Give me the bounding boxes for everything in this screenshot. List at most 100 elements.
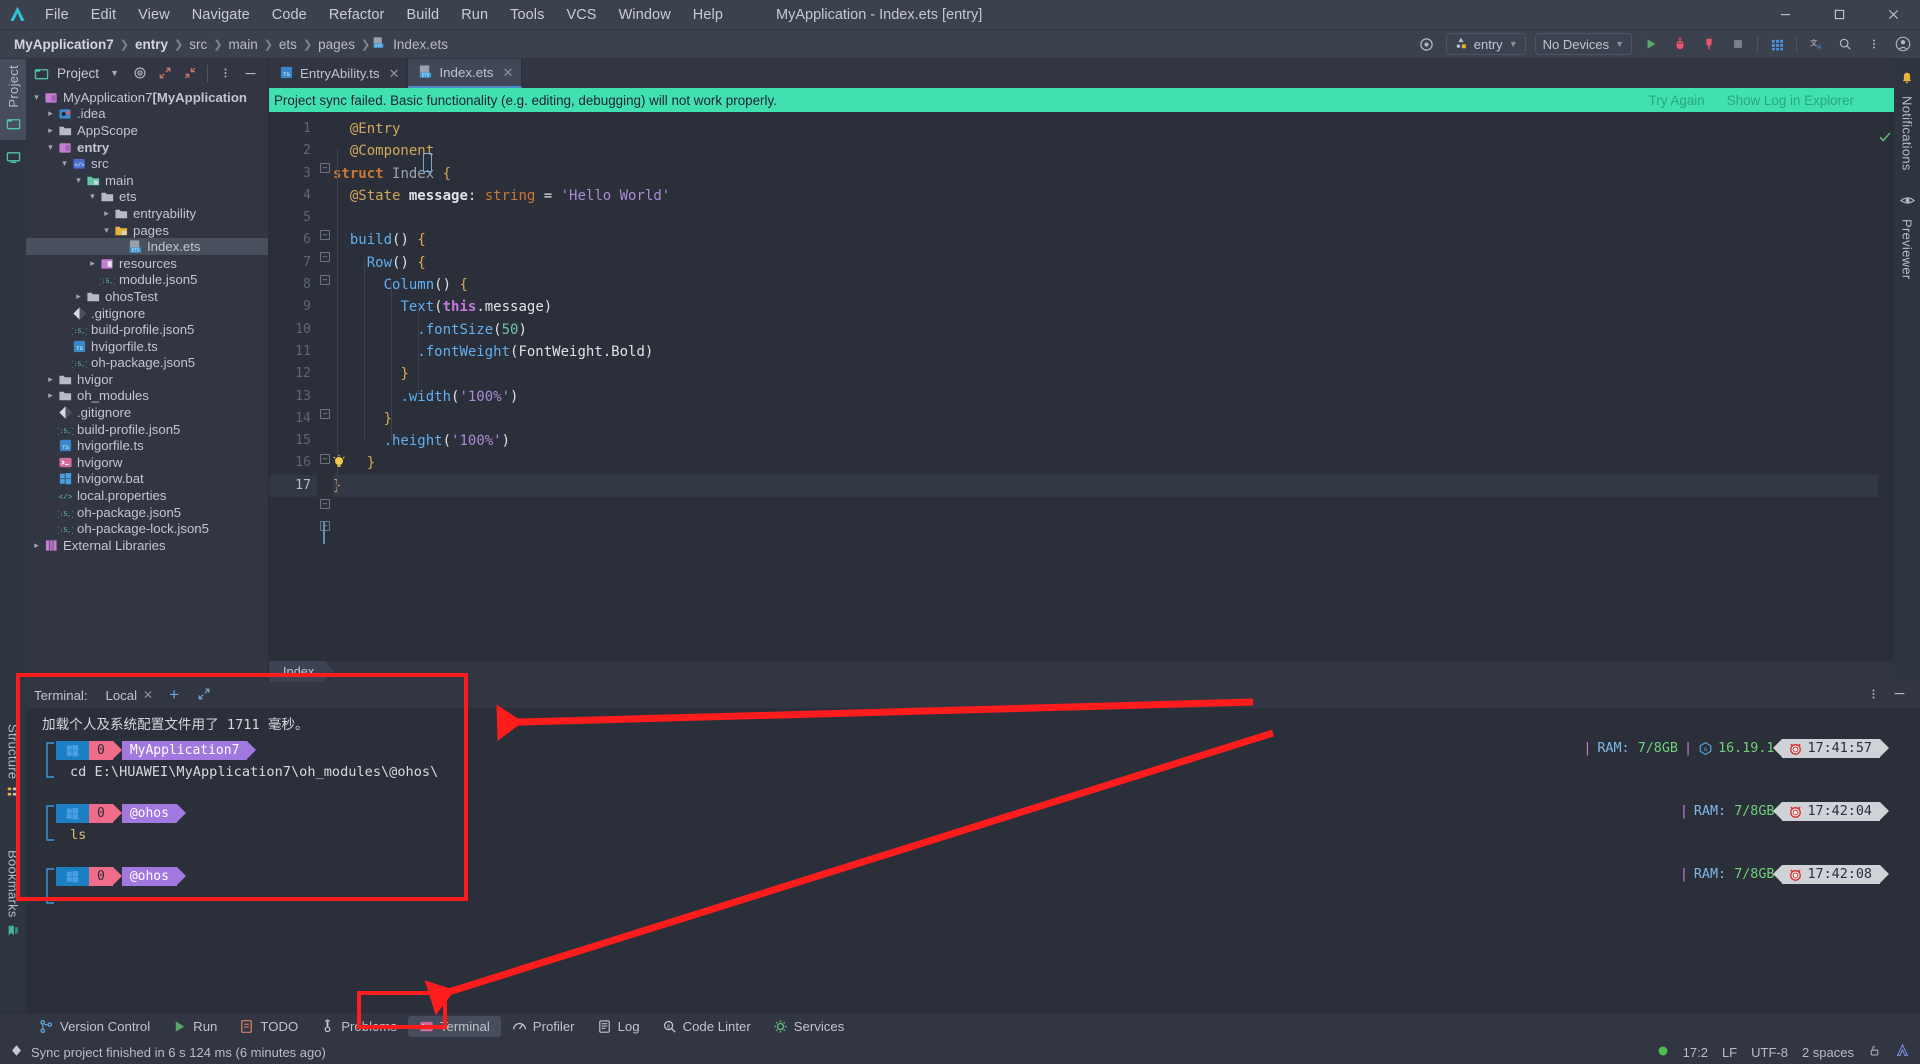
code-folding-gutter[interactable]: – – – – – – – – <box>317 112 333 661</box>
tool-window-bar[interactable]: Version Control Run TODO Problems Terminal Pr… <box>0 1012 1920 1040</box>
tree-item-gitignore[interactable]: .gitignore <box>26 404 268 421</box>
line-separator[interactable]: LF <box>1722 1045 1737 1060</box>
chevron-down-icon[interactable]: ▾ <box>58 158 71 169</box>
menu-help[interactable]: Help <box>682 4 734 26</box>
tree-item-hvigorw[interactable]: hvigorw <box>26 454 268 471</box>
sidebar-item-device[interactable] <box>6 150 21 168</box>
toolwindow-terminal[interactable]: Terminal <box>407 1016 501 1037</box>
terminal-session-tab[interactable]: Local <box>106 688 138 703</box>
translate-icon[interactable]: 文A <box>1806 33 1826 55</box>
menu-vcs[interactable]: VCS <box>555 4 607 26</box>
chevron-right-icon[interactable]: ▸ <box>44 108 57 119</box>
menu-navigate[interactable]: Navigate <box>181 4 261 26</box>
unlocked-icon[interactable] <box>1868 1044 1881 1060</box>
sidebar-item-notifications[interactable]: Notifications <box>1900 71 1915 177</box>
breadcrumb-index[interactable]: Index <box>269 661 335 682</box>
expand-all-icon[interactable] <box>155 62 174 84</box>
account-avatar-icon[interactable] <box>1893 33 1913 55</box>
chevron-down-icon[interactable]: ▾ <box>86 191 99 202</box>
minimize-icon[interactable] <box>1893 687 1906 703</box>
breadcrumb-file[interactable]: Index.ets <box>389 36 452 53</box>
sidebar-item-bookmarks[interactable]: Bookmarks <box>6 842 21 941</box>
fold-marker[interactable]: – <box>320 275 330 285</box>
debug-bug-icon[interactable] <box>1670 33 1690 55</box>
device-selector[interactable]: No Devices ▼ <box>1534 33 1632 55</box>
tree-item-oh-package-json5[interactable]: {:5,} oh-package.json5 <box>26 504 268 521</box>
fold-marker[interactable]: – <box>320 499 330 509</box>
toolwindow-services[interactable]: Services <box>762 1016 856 1037</box>
menu-view[interactable]: View <box>127 4 181 26</box>
chevron-down-icon[interactable]: ▾ <box>44 142 57 153</box>
tree-item-hvigorfile-ts[interactable]: TS hvigorfile.ts <box>26 338 268 355</box>
code-editor[interactable]: 1 2 3 4 5 6 7 8 9 10 11 12 13 14 15 16 17 – – – – – – – … <box>269 112 1894 661</box>
breadcrumb-ets[interactable]: ets <box>275 36 301 53</box>
expand-icon[interactable] <box>197 687 211 704</box>
event-log-icon[interactable] <box>10 1044 23 1060</box>
project-tree[interactable]: ▾ MyApplication7 [MyApplication ▸ .idea ▸ App… <box>26 87 268 682</box>
chevron-down-icon[interactable]: ▾ <box>100 225 113 236</box>
menu-file[interactable]: File <box>34 4 80 26</box>
toolwindow-log[interactable]: Log <box>586 1016 651 1037</box>
close-icon[interactable]: ✕ <box>502 65 513 81</box>
menu-edit[interactable]: Edit <box>80 4 127 26</box>
editor-tab-entryability-ts[interactable]: TS EntryAbility.ts ✕ <box>269 59 409 88</box>
tree-item-external-libraries[interactable]: ▸ External Libraries <box>26 537 268 554</box>
target-locate-icon[interactable] <box>130 62 149 84</box>
collapse-all-icon[interactable] <box>180 62 199 84</box>
breadcrumb-src[interactable]: src <box>185 36 211 53</box>
try-again-link[interactable]: Try Again <box>1649 93 1705 108</box>
more-vertical-icon[interactable] <box>216 62 235 84</box>
deveco-logo-icon[interactable] <box>1895 1043 1910 1061</box>
tree-item-hvigor[interactable]: ▸ hvigor <box>26 371 268 388</box>
close-icon[interactable]: ✕ <box>389 66 400 82</box>
editor-tab-index-ets[interactable]: ETS Index.ets ✕ <box>408 59 523 88</box>
menu-tools[interactable]: Tools <box>499 4 555 26</box>
tree-item-appscope[interactable]: ▸ AppScope <box>26 122 268 139</box>
tree-item-build-profile-json5[interactable]: {:5,} build-profile.json5 <box>26 321 268 338</box>
fold-marker[interactable]: – <box>320 163 330 173</box>
chevron-down-icon[interactable]: ▼ <box>105 62 124 84</box>
tree-item-main[interactable]: ▾ main <box>26 172 268 189</box>
toolwindow-problems[interactable]: Problems <box>309 1016 408 1037</box>
toolwindow-profiler[interactable]: Profiler <box>501 1016 586 1037</box>
toolwindow-run[interactable]: Run <box>161 1016 228 1037</box>
editor-markers-gutter[interactable] <box>1878 112 1894 661</box>
sync-banner-actions[interactable]: Try Again Show Log in Explorer <box>1649 93 1894 108</box>
tree-item-resources[interactable]: ▸ resources <box>26 255 268 272</box>
chevron-right-icon[interactable]: ▸ <box>30 540 43 551</box>
tree-item-src[interactable]: ▾ </> src <box>26 155 268 172</box>
stop-square-icon[interactable] <box>1728 33 1748 55</box>
toolwindow-todo[interactable]: TODO <box>228 1016 309 1037</box>
menu-build[interactable]: Build <box>395 4 450 26</box>
tree-item-oh-modules[interactable]: ▸ oh_modules <box>26 388 268 405</box>
terminal-command-row[interactable]: ls <box>42 824 1920 846</box>
terminal-output[interactable]: 加载个人及系统配置文件用了 1711 毫秒。 0 MyApplication7 … <box>26 708 1920 1012</box>
tree-item-entryability[interactable]: ▸ entryability <box>26 205 268 222</box>
chevron-down-icon[interactable]: ▾ <box>72 175 85 186</box>
encoding[interactable]: UTF-8 <box>1751 1045 1788 1060</box>
tree-item-entry[interactable]: ▾ entry <box>26 139 268 156</box>
tree-item-build-profile-json5[interactable]: {:5,} build-profile.json5 <box>26 421 268 438</box>
close-button[interactable] <box>1866 0 1920 30</box>
toolwindow-code-linter[interactable]: @ Code Linter <box>651 1016 762 1037</box>
menu-refactor[interactable]: Refactor <box>318 4 396 26</box>
tree-item-hvigorw-bat[interactable]: hvigorw.bat <box>26 471 268 488</box>
minimize-button[interactable] <box>1758 0 1812 30</box>
chevron-right-icon[interactable]: ▸ <box>86 258 99 269</box>
more-vertical-icon[interactable] <box>1868 687 1879 704</box>
terminal-command-row[interactable] <box>42 887 1920 909</box>
breadcrumb-main[interactable]: main <box>224 36 261 53</box>
settings-target-icon[interactable] <box>1417 33 1437 55</box>
check-ok-icon[interactable] <box>1878 130 1892 147</box>
maximize-button[interactable] <box>1812 0 1866 30</box>
terminal-command-row[interactable]: cd E:\HUAWEI\MyApplication7\oh_modules\@… <box>42 761 1920 783</box>
plus-icon[interactable]: + <box>169 686 179 703</box>
search-icon[interactable] <box>1835 33 1855 55</box>
chevron-right-icon[interactable]: ▸ <box>100 208 113 219</box>
toolwindow-version-control[interactable]: Version Control <box>28 1016 161 1037</box>
breadcrumb-entry[interactable]: entry <box>131 36 172 53</box>
sidebar-item-previewer[interactable]: Previewer <box>1900 193 1915 286</box>
code-text[interactable]: @Entry @Component struct Index { @State … <box>323 112 1878 661</box>
fold-marker[interactable]: – <box>320 252 330 262</box>
run-configuration-selector[interactable]: entry ▼ <box>1445 33 1526 55</box>
